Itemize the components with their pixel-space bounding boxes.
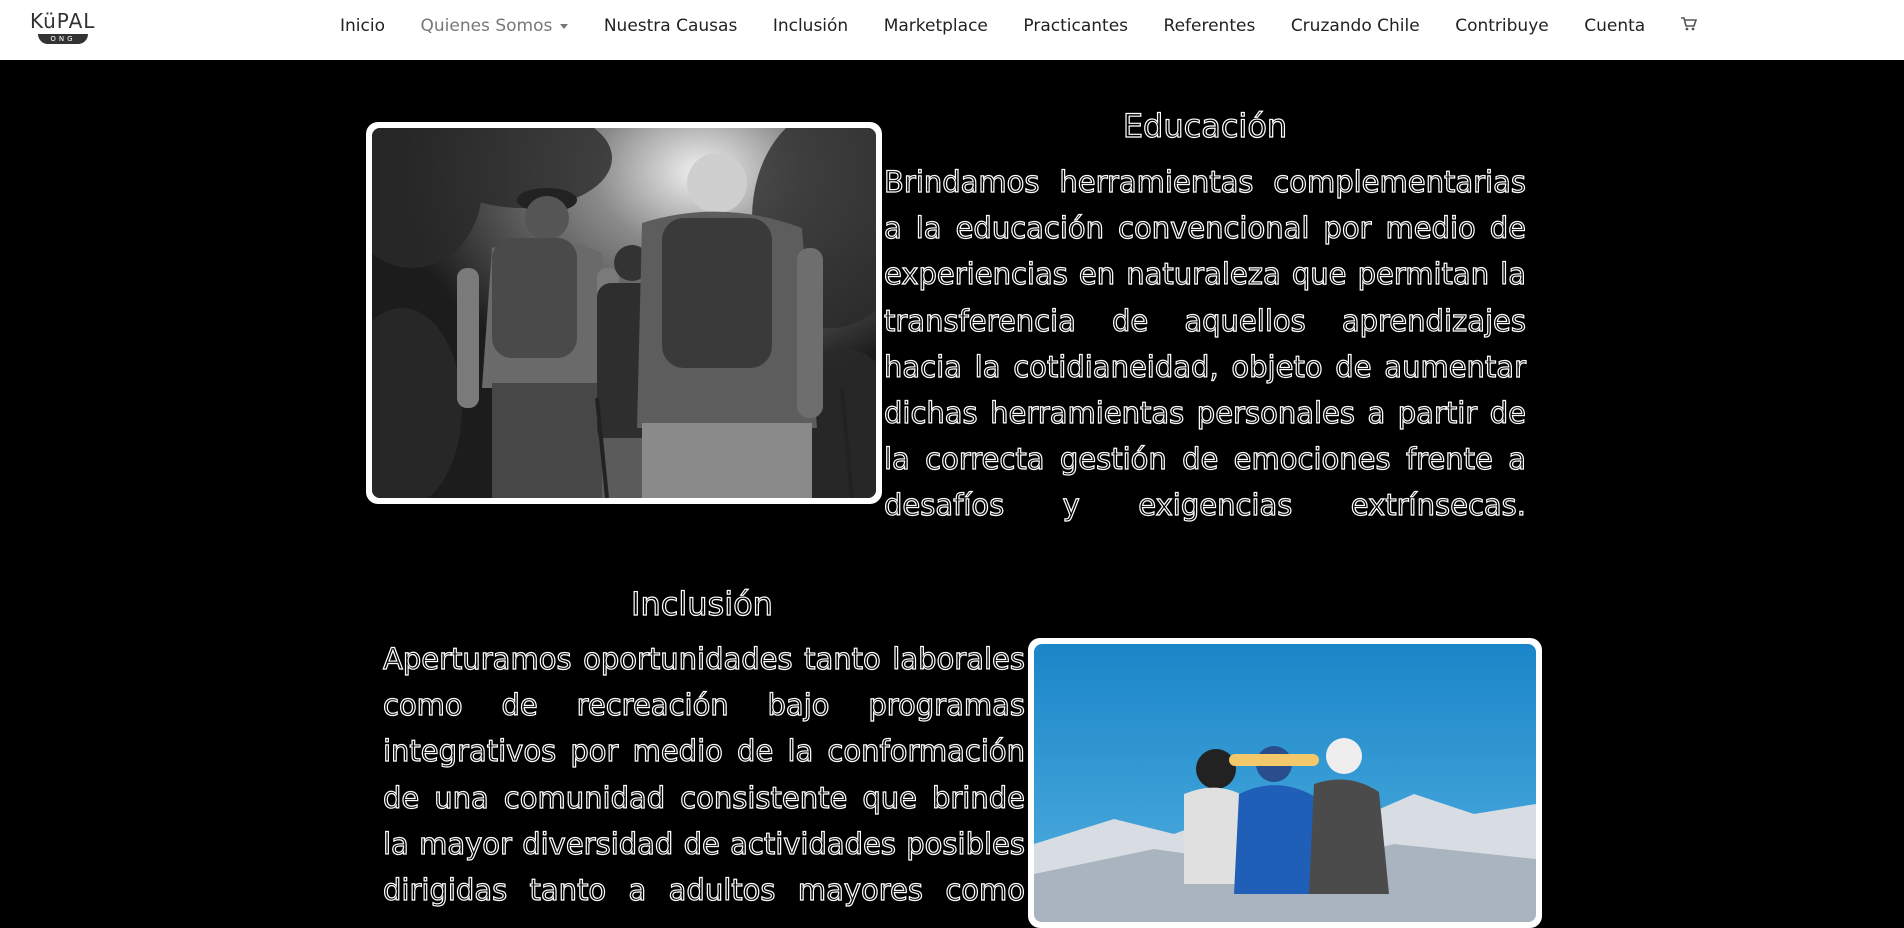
- section-body-educacion: Brindamos herramientas complementarias a…: [883, 164, 1526, 523]
- nav-item-marketplace[interactable]: Marketplace: [884, 16, 988, 36]
- nav-item-practicantes[interactable]: Practicantes: [1023, 16, 1128, 36]
- nav-item-referentes[interactable]: Referentes: [1164, 16, 1256, 36]
- hikers-image: [372, 128, 876, 498]
- nav-item-inclusion[interactable]: Inclusión: [773, 16, 848, 36]
- section-title-educacion: Educación: [1122, 106, 1288, 145]
- chevron-down-icon: [560, 23, 569, 29]
- section-title-inclusion: Inclusión: [630, 584, 773, 623]
- nav-item-label: Quienes Somos: [420, 16, 553, 36]
- mountain-photo: [1028, 638, 1542, 928]
- nav-item-cuenta[interactable]: Cuenta: [1584, 16, 1645, 36]
- nav-item-inicio[interactable]: Inicio: [340, 16, 385, 36]
- brand-logo[interactable]: KüPAL ONG: [30, 10, 100, 46]
- nav-item-quienes-somos[interactable]: Quienes Somos: [420, 16, 569, 36]
- brand-sub: ONG: [38, 34, 88, 44]
- nav-item-cruzando-chile[interactable]: Cruzando Chile: [1291, 16, 1420, 36]
- nav-item-nuestra-causas[interactable]: Nuestra Causas: [604, 16, 737, 36]
- nav-item-contribuye[interactable]: Contribuye: [1455, 16, 1549, 36]
- hikers-photo: [366, 122, 882, 504]
- section-body-inclusion: Aperturamos oportunidades tanto laborale…: [382, 641, 1025, 908]
- cart-button[interactable]: [1680, 16, 1697, 36]
- top-navbar: KüPAL ONG Inicio Quienes Somos Nuestra C…: [0, 0, 1904, 60]
- brand-name: KüPAL: [30, 9, 96, 33]
- main-nav: Inicio Quienes Somos Nuestra Causas Incl…: [340, 0, 1732, 52]
- mountain-image: [1034, 644, 1536, 922]
- cart-icon: [1680, 16, 1697, 31]
